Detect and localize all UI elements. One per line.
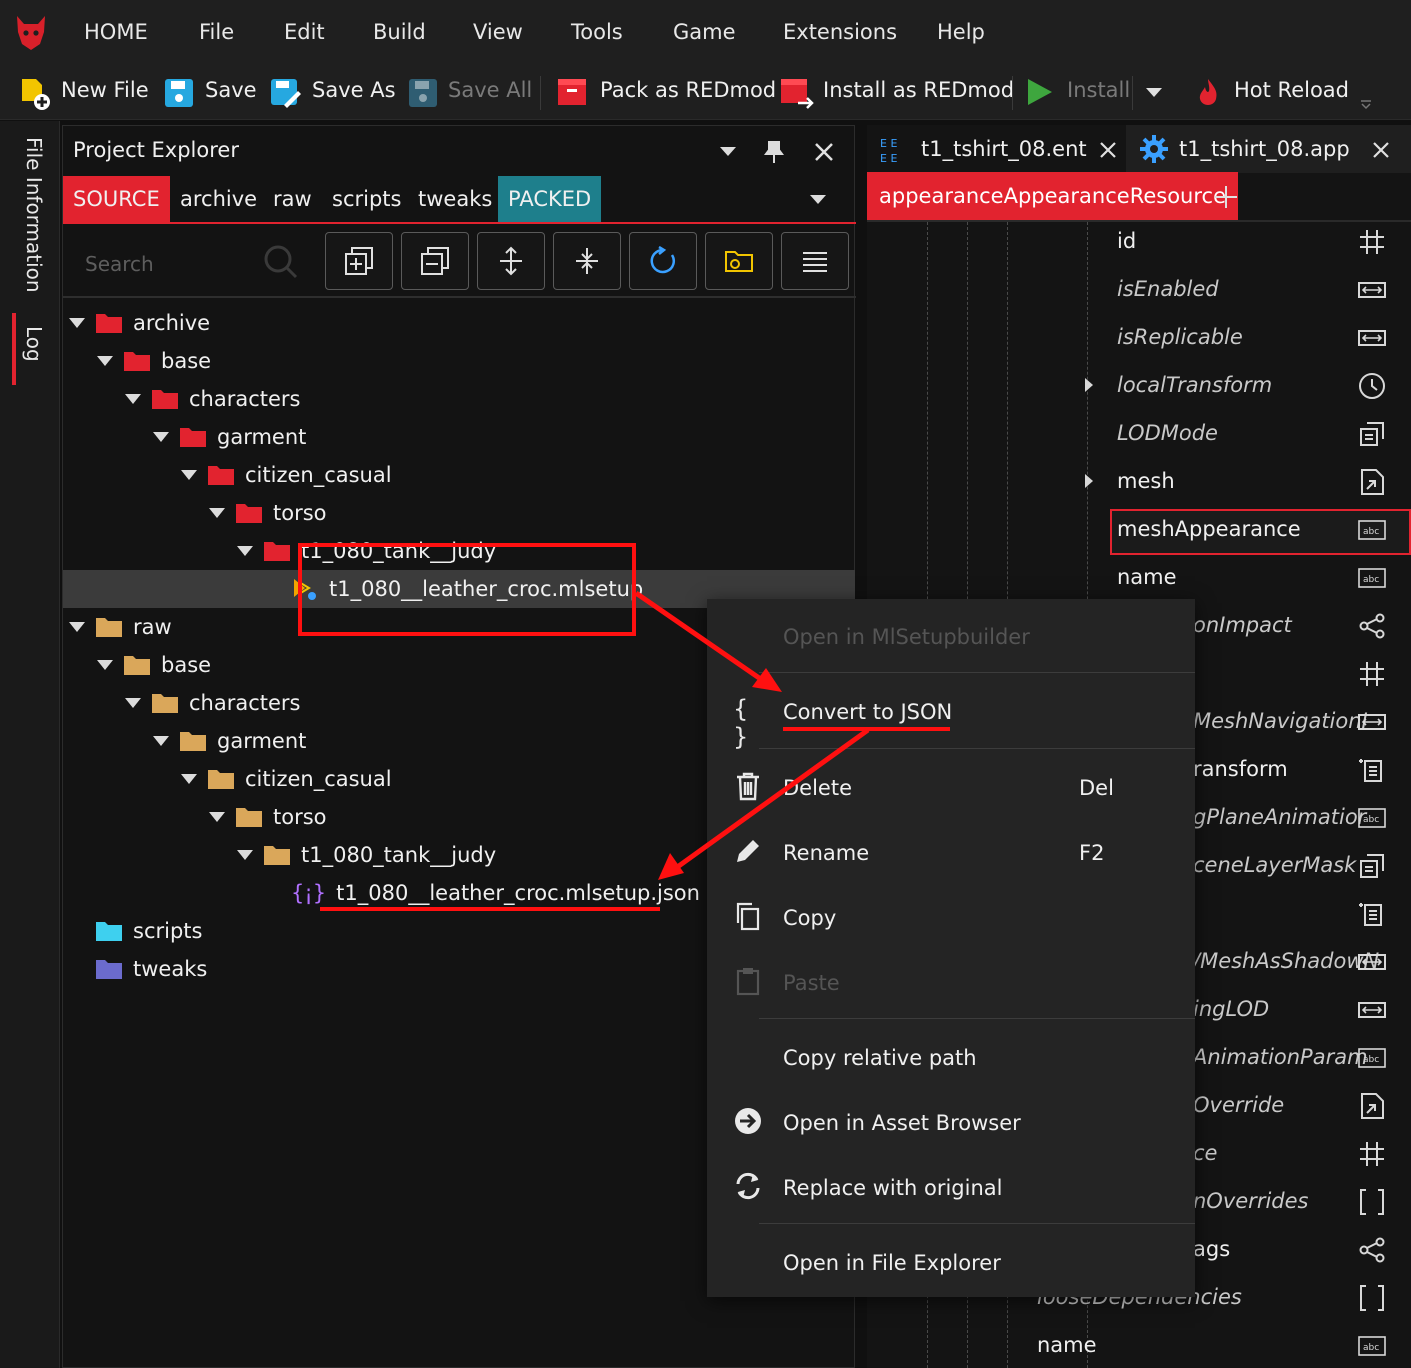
annotation-arrows <box>634 590 870 880</box>
